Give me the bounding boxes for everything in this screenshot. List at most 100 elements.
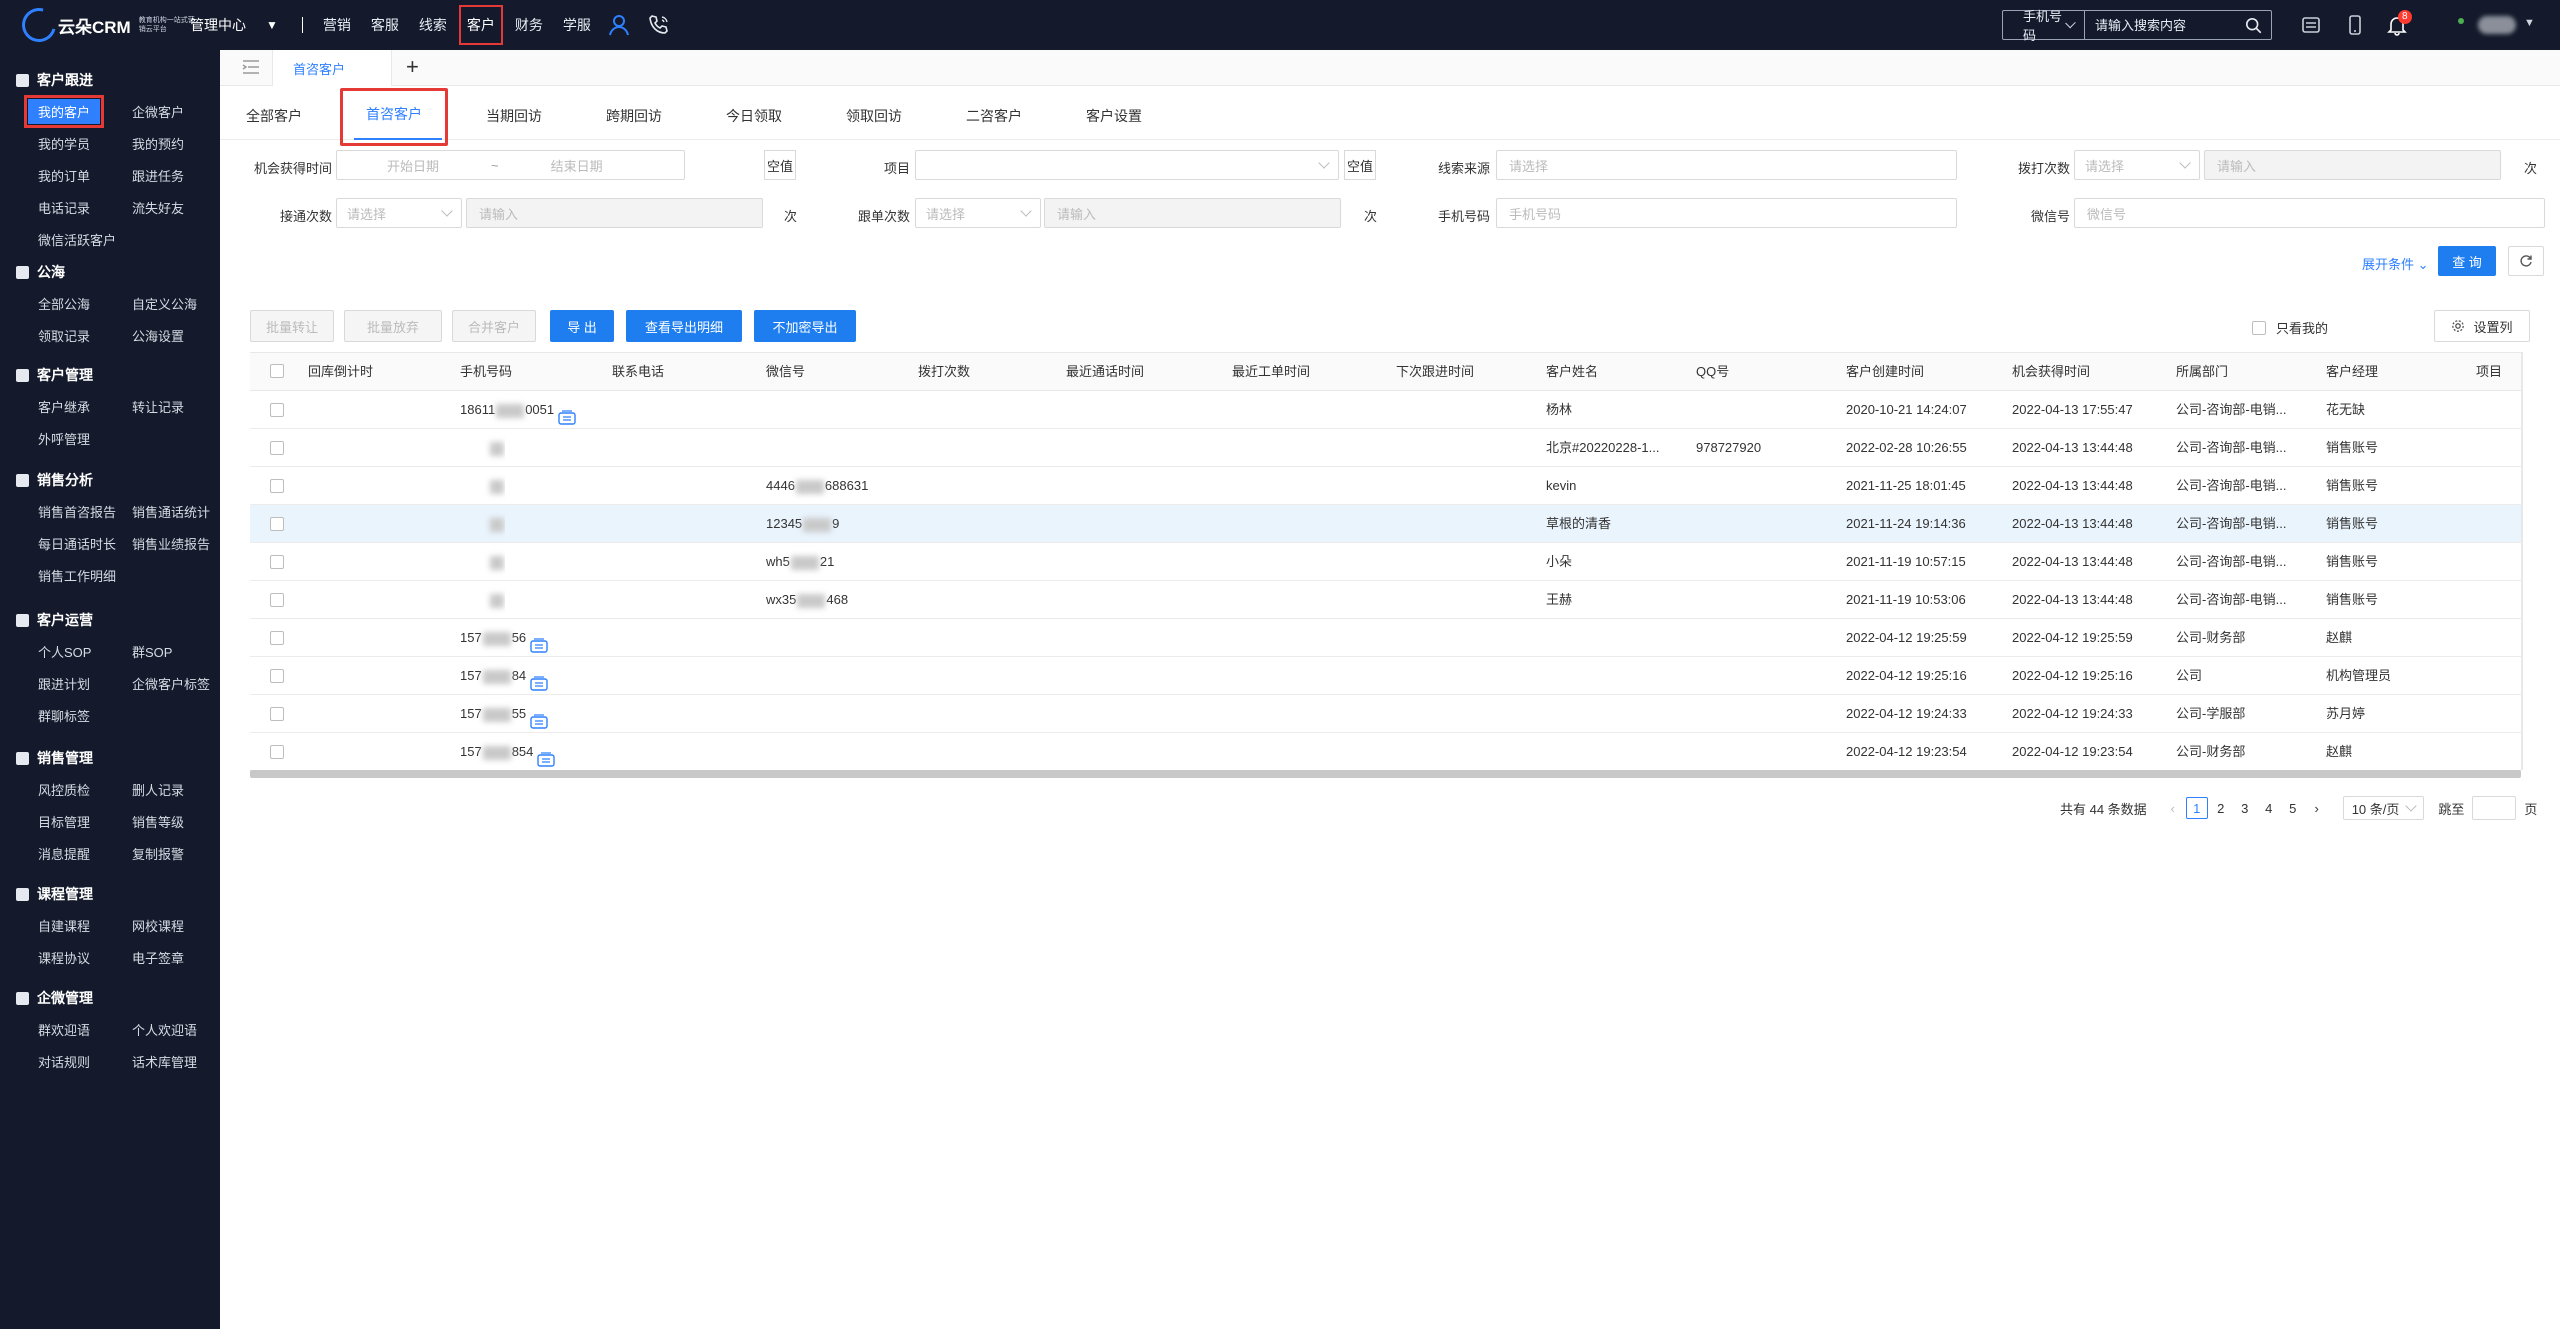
sidebar-item[interactable]: 企微客户标签 [132,674,210,693]
page-number[interactable]: 1 [2185,797,2208,819]
followup-count-operator-select[interactable]: 请选择 [915,198,1041,228]
name-cell[interactable]: 杨林 [1546,391,1572,429]
sidebar-item[interactable]: 个人欢迎语 [132,1020,197,1039]
sidebar-section-7[interactable]: 企微管理 [16,988,93,1008]
phone-filter-input[interactable]: 手机号码 [1496,198,1957,228]
sidebar-item[interactable]: 客户继承 [38,397,90,416]
column-header[interactable]: 机会获得时间 [2012,353,2090,391]
lead-source-select[interactable]: 请选择 [1496,150,1957,180]
connect-count-input[interactable]: 请输入 [466,198,763,228]
only-mine-checkbox[interactable]: 只看我的 [2252,318,2328,337]
sidebar-item[interactable]: 风控质检 [38,780,90,799]
tab-first-consult-customers[interactable]: 首咨客户 [272,50,392,86]
column-header[interactable]: 最近通话时间 [1066,353,1144,391]
row-checkbox[interactable] [270,593,284,607]
nav-student-service[interactable]: 学服 [563,15,591,35]
sidebar-item[interactable]: 群欢迎语 [38,1020,90,1039]
sidebar-item[interactable]: 领取记录 [38,326,90,345]
sidebar-item[interactable]: 销售等级 [132,812,184,831]
row-checkbox[interactable] [270,745,284,759]
collapse-menu-icon[interactable] [242,60,260,74]
sidebar-item[interactable]: 个人SOP [38,642,91,661]
table-row[interactable]: wh5 21 小朵 2021-11-19 10:57:15 2022-04-13 13:… [250,543,2521,581]
batch-release-button[interactable]: 批量放弃 [344,310,442,342]
row-checkbox[interactable] [270,555,284,569]
name-cell[interactable]: kevin [1546,467,1576,505]
column-header[interactable]: 项目 [2476,353,2502,391]
row-checkbox[interactable] [270,479,284,493]
subtab-claim-revisit[interactable]: 领取回访 [846,106,902,126]
name-cell[interactable]: 草根的清香 [1546,505,1611,543]
search-type-select[interactable]: 手机号码 [2003,9,2085,43]
sidebar-item[interactable]: 话术库管理 [132,1052,197,1071]
table-row[interactable]: 12345 9 草根的清香 2021-11-24 19:14:36 2022-04-13… [250,505,2521,543]
sidebar-item[interactable]: 电话记录 [38,198,90,217]
page-number[interactable]: 3 [2234,797,2256,819]
sidebar-section-0[interactable]: 客户跟进 [16,70,93,90]
user-icon[interactable] [607,13,631,37]
call-phone-icon[interactable] [558,403,576,425]
sidebar-item[interactable]: 企微客户 [132,102,184,121]
column-header[interactable]: 下次跟进时间 [1396,353,1474,391]
column-header[interactable]: QQ号 [1696,353,1729,391]
page-number[interactable]: 2 [2210,797,2232,819]
row-checkbox[interactable] [270,441,284,455]
set-columns-button[interactable]: 设置列 [2434,310,2530,342]
sidebar-item[interactable]: 流失好友 [132,198,184,217]
page-number[interactable]: 5 [2282,797,2304,819]
keyboard-icon[interactable] [2300,14,2322,36]
sidebar-item[interactable]: 网校课程 [132,916,184,935]
subtab-all-customers[interactable]: 全部客户 [246,106,302,126]
followup-count-input[interactable]: 请输入 [1044,198,1341,228]
table-row[interactable]: 北京#20220228-1... 978727920 2022-02-28 10:2… [250,429,2521,467]
column-header[interactable]: 联系电话 [612,353,664,391]
nav-service[interactable]: 客服 [371,15,399,35]
nav-marketing[interactable]: 营销 [323,15,351,35]
name-cell[interactable]: 北京#20220228-1... [1546,429,1659,467]
table-row[interactable]: 157 854 2022-04-12 19:23:54 2022-04-12 19:2… [250,733,2521,771]
sidebar-item[interactable]: 我的客户 [23,95,105,128]
logo[interactable]: 云朵CRM 教育机构一站式营销云平台 [15,1,199,49]
column-header[interactable]: 回库倒计时 [308,353,373,391]
sidebar-item[interactable]: 全部公海 [38,294,90,313]
column-header[interactable]: 客户创建时间 [1846,353,1924,391]
phone-call-icon[interactable] [647,13,671,37]
page-size-select[interactable]: 10 条/页 [2342,796,2425,820]
subtab-cross-revisit[interactable]: 跨期回访 [606,106,662,126]
wechat-filter-input[interactable]: 微信号 [2074,198,2545,228]
sidebar-section-2[interactable]: 客户管理 [16,365,93,385]
select-all-checkbox[interactable] [270,364,284,378]
sidebar-item[interactable]: 微信活跃客户 [38,230,116,249]
call-phone-icon[interactable] [530,707,548,729]
jump-page-input[interactable] [2472,796,2517,820]
export-button[interactable]: 导 出 [550,310,614,342]
opp-time-empty-button[interactable]: 空值 [764,150,796,180]
row-checkbox[interactable] [270,403,284,417]
row-checkbox[interactable] [270,517,284,531]
add-tab-button[interactable]: + [406,54,419,80]
dial-count-input[interactable]: 请输入 [2204,150,2501,180]
column-header[interactable]: 拨打次数 [918,353,970,391]
column-header[interactable]: 客户经理 [2326,353,2378,391]
dial-count-operator-select[interactable]: 请选择 [2074,150,2200,180]
sidebar-item[interactable]: 销售通话统计 [132,502,210,521]
row-checkbox[interactable] [270,631,284,645]
project-select[interactable] [915,150,1339,180]
column-header[interactable]: 最近工单时间 [1232,353,1310,391]
row-checkbox[interactable] [270,669,284,683]
column-header[interactable]: 手机号码 [460,353,512,391]
refresh-button[interactable] [2508,246,2544,276]
batch-transfer-button[interactable]: 批量转让 [250,310,334,342]
checkbox[interactable] [2252,320,2266,335]
row-checkbox[interactable] [270,707,284,721]
sidebar-item[interactable]: 跟进计划 [38,674,90,693]
connect-count-operator-select[interactable]: 请选择 [336,198,462,228]
table-row[interactable]: 4446 688631 kevin 2021-11-25 18:01:45 2022-0… [250,467,2521,505]
sidebar-item[interactable]: 每日通话时长 [38,534,116,553]
merge-customers-button[interactable]: 合并客户 [452,310,536,342]
name-cell[interactable]: 小朵 [1546,543,1572,581]
sidebar-item[interactable]: 转让记录 [132,397,184,416]
sidebar-item[interactable]: 课程协议 [38,948,90,967]
user-menu-caret-icon[interactable]: ▼ [2524,17,2535,29]
call-phone-icon[interactable] [537,745,556,767]
